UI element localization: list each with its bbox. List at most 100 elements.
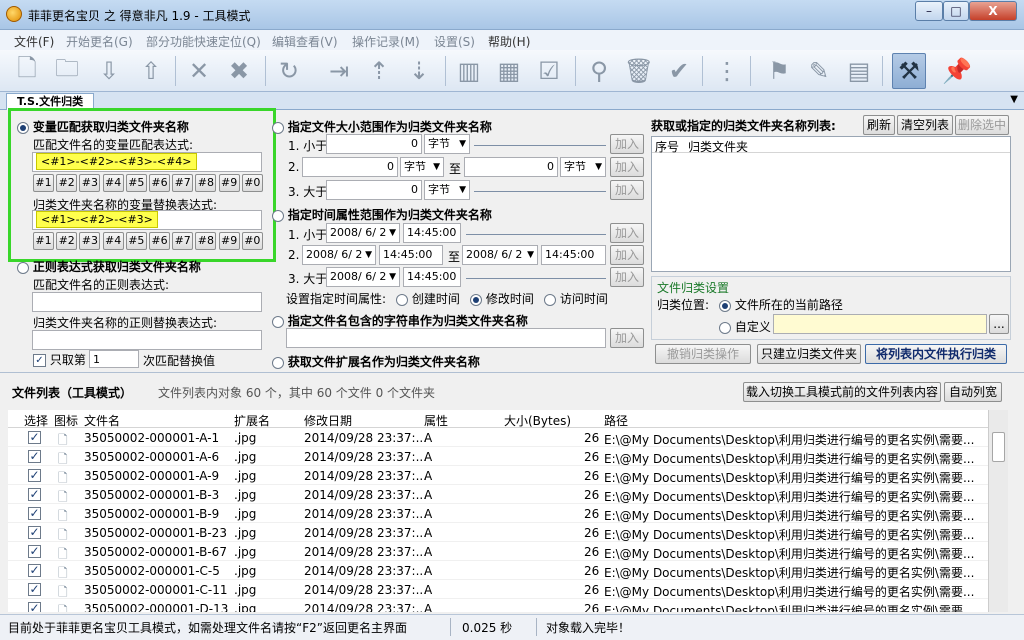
variable-button-7[interactable]: #7 bbox=[172, 232, 194, 250]
scroll-thumb[interactable] bbox=[992, 432, 1005, 462]
auto-width-button[interactable]: 自动列宽 bbox=[944, 382, 1002, 402]
time-attr-modified-radio[interactable] bbox=[470, 293, 482, 306]
regex-radio[interactable] bbox=[17, 261, 29, 274]
regex-replace-input[interactable] bbox=[32, 330, 262, 350]
column-header-4[interactable]: 修改日期 bbox=[304, 412, 352, 429]
move-in-icon[interactable]: ⇥ bbox=[322, 53, 356, 89]
time-row3-add-button[interactable]: 加入 bbox=[610, 267, 644, 287]
checklist-icon[interactable]: ☑ bbox=[532, 53, 566, 89]
table-row[interactable]: ✓ 🗋 35050002-000001-C-11 .jpg 2014/09/28 23:… bbox=[8, 580, 988, 599]
regex-match-input[interactable] bbox=[32, 292, 262, 312]
size-row1-unit-select[interactable]: 字节 ▼ bbox=[424, 134, 470, 154]
time-row1-time[interactable]: 14:45:00 bbox=[403, 223, 461, 243]
row-checkbox[interactable]: ✓ bbox=[28, 469, 41, 482]
flag-icon[interactable]: ⚑ bbox=[762, 53, 796, 89]
row-checkbox[interactable]: ✓ bbox=[28, 526, 41, 539]
table-row[interactable]: ✓ 🗋 35050002-000001-B-3 .jpg 2014/09/28 23:3… bbox=[8, 485, 988, 504]
columns-icon[interactable]: ▦ bbox=[492, 53, 526, 89]
row-checkbox[interactable]: ✓ bbox=[28, 431, 41, 444]
time-attr-created-radio[interactable] bbox=[396, 293, 408, 306]
variable-button-8[interactable]: #8 bbox=[195, 232, 217, 250]
row-checkbox[interactable]: ✓ bbox=[28, 488, 41, 501]
row-checkbox[interactable]: ✓ bbox=[28, 564, 41, 577]
time-row2-add-button[interactable]: 加入 bbox=[610, 245, 644, 265]
size-row2-unit-select[interactable]: 字节 ▼ bbox=[400, 157, 444, 177]
time-attr-accessed-radio[interactable] bbox=[544, 293, 556, 306]
export-icon[interactable]: ⇧ bbox=[134, 53, 168, 89]
location-custom[interactable]: 自定义 bbox=[719, 318, 771, 335]
import-icon[interactable]: ⇩ bbox=[92, 53, 126, 89]
refresh-icon[interactable]: ↻ bbox=[272, 53, 306, 89]
size-row2-input[interactable]: 0 bbox=[302, 157, 398, 177]
edit-doc-icon[interactable]: ✎ bbox=[802, 53, 836, 89]
variable-match-option[interactable]: 变量匹配获取归类文件夹名称 bbox=[17, 118, 189, 135]
sliders-icon[interactable]: ⋮ bbox=[710, 53, 744, 89]
minimize-button[interactable]: – bbox=[915, 1, 943, 21]
col-folder[interactable]: 归类文件夹 bbox=[688, 138, 748, 155]
check-icon[interactable]: ✔ bbox=[662, 53, 696, 89]
execute-classify-button[interactable]: 将列表内文件执行归类 bbox=[865, 344, 1007, 364]
table-row[interactable]: ✓ 🗋 35050002-000001-B-9 .jpg 2014/09/28 23:3… bbox=[8, 504, 988, 523]
variable-button-4[interactable]: #4 bbox=[102, 174, 124, 192]
menu-item-5[interactable]: 设置(S) bbox=[434, 33, 475, 50]
time-attr-created[interactable]: 创建时间 bbox=[396, 290, 460, 307]
maximize-button[interactable]: □ bbox=[943, 1, 969, 21]
add-folder-icon[interactable]: 🗀 bbox=[50, 53, 84, 89]
variable-button-3[interactable]: #3 bbox=[79, 232, 101, 250]
variable-button-9[interactable]: #9 bbox=[218, 232, 240, 250]
menu-item-3[interactable]: 编辑查看(V) bbox=[272, 33, 338, 50]
variable-button-5[interactable]: #5 bbox=[125, 174, 147, 192]
table-row[interactable]: ✓ 🗋 35050002-000001-B-67 .jpg 2014/09/28 23:… bbox=[8, 542, 988, 561]
tools-icon[interactable]: ⚒ bbox=[892, 53, 926, 89]
table-row[interactable]: ✓ 🗋 35050002-000001-A-9 .jpg 2014/09/28 23:3… bbox=[8, 466, 988, 485]
menu-item-4[interactable]: 操作记录(M) bbox=[352, 33, 420, 50]
row-checkbox[interactable]: ✓ bbox=[28, 450, 41, 463]
row-checkbox[interactable]: ✓ bbox=[28, 602, 41, 612]
time-row1-add-button[interactable]: 加入 bbox=[610, 223, 644, 243]
time-attr-modified[interactable]: 修改时间 bbox=[470, 290, 534, 307]
row-checkbox[interactable]: ✓ bbox=[28, 545, 41, 558]
col-no[interactable]: 序号 bbox=[655, 138, 679, 155]
variable-button-5[interactable]: #5 bbox=[125, 232, 147, 250]
variable-button-0[interactable]: #0 bbox=[241, 174, 263, 192]
variable-button-6[interactable]: #6 bbox=[149, 232, 170, 250]
search-icon[interactable]: ⚲ bbox=[582, 53, 616, 89]
time-attr-accessed[interactable]: 访问时间 bbox=[544, 290, 608, 307]
table-row[interactable]: ✓ 🗋 35050002-000001-B-23 .jpg 2014/09/28 23:… bbox=[8, 523, 988, 542]
trash-icon[interactable]: 🗑 bbox=[622, 53, 656, 89]
string-add-button[interactable]: 加入 bbox=[610, 328, 644, 348]
location-current[interactable]: 文件所在的当前路径 bbox=[719, 296, 843, 313]
tab-dropdown-icon[interactable]: ▼ bbox=[1010, 94, 1018, 105]
table-row[interactable]: ✓ 🗋 35050002-000001-C-5 .jpg 2014/09/28 23:3… bbox=[8, 561, 988, 580]
refresh-button[interactable]: 刷新 bbox=[863, 115, 895, 135]
column-header-0[interactable]: 选择 bbox=[24, 412, 48, 429]
row-checkbox[interactable]: ✓ bbox=[28, 507, 41, 520]
ext-option[interactable]: 获取文件扩展名作为归类文件夹名称 bbox=[272, 353, 480, 370]
string-input[interactable] bbox=[286, 328, 606, 348]
menu-item-0[interactable]: 文件(F) bbox=[14, 33, 54, 50]
folder-list[interactable]: 序号 归类文件夹 bbox=[651, 136, 1011, 272]
only-first-checkbox[interactable]: ✓ bbox=[33, 354, 46, 367]
time-row2-date[interactable]: 2008/ 6/ 2 ▼ bbox=[302, 245, 376, 265]
only-first-input[interactable]: 1 bbox=[89, 350, 139, 368]
match-expr-input[interactable]: <#1>-<#2>-<#3>-<#4> bbox=[32, 152, 262, 172]
time-range-option[interactable]: 指定时间属性范围作为归类文件夹名称 bbox=[272, 206, 492, 223]
size-row2-input2[interactable]: 0 bbox=[464, 157, 558, 177]
variable-button-9[interactable]: #9 bbox=[218, 174, 240, 192]
replace-expr-input[interactable]: <#1>-<#2>-<#3> bbox=[32, 210, 262, 230]
menu-item-1[interactable]: 开始更名(G) bbox=[66, 33, 133, 50]
column-header-1[interactable]: 图标 bbox=[54, 412, 78, 429]
column-header-2[interactable]: 文件名 bbox=[84, 412, 120, 429]
browse-button[interactable]: ... bbox=[989, 314, 1009, 334]
size-row2-add-button[interactable]: 加入 bbox=[610, 157, 644, 177]
size-row3-add-button[interactable]: 加入 bbox=[610, 180, 644, 200]
close-button[interactable]: X bbox=[969, 1, 1017, 21]
regex-option[interactable]: 正则表达式获取归类文件夹名称 bbox=[17, 258, 201, 275]
time-row2-time[interactable]: 14:45:00 bbox=[379, 245, 443, 265]
size-row1-input[interactable]: 0 bbox=[326, 134, 422, 154]
move-up-icon[interactable]: ⇡ bbox=[362, 53, 396, 89]
menu-item-6[interactable]: 帮助(H) bbox=[488, 33, 530, 50]
time-row3-time[interactable]: 14:45:00 bbox=[403, 267, 461, 287]
load-previous-list-button[interactable]: 载入切换工具模式前的文件列表内容 bbox=[743, 382, 941, 402]
column-header-5[interactable]: 属性 bbox=[424, 412, 448, 429]
